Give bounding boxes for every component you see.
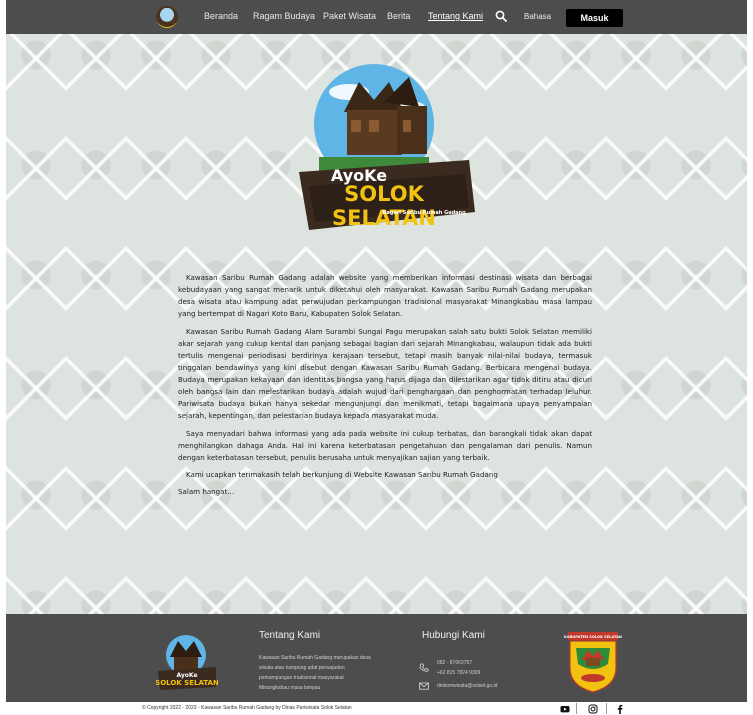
article-paragraph-3: Saya menyadari bahwa informasi yang ada …: [178, 428, 592, 462]
hero-title-line2: SOLOK SELATAN: [332, 182, 436, 230]
nav-link-paket-wisata[interactable]: Paket Wisata: [323, 11, 376, 21]
site-logo[interactable]: [156, 6, 178, 28]
footer-logo-line2: SOLOK SELATAN: [156, 679, 218, 687]
nav-link-beranda[interactable]: Beranda: [204, 11, 238, 21]
footer: AyoKe SOLOK SELATAN Tentang Kami Kawasan…: [6, 614, 747, 702]
article-paragraph-2: Kawasan Saribu Rumah Gadang Alam Surambi…: [178, 326, 592, 421]
copyright-text: © Copyright 2022 - 2023 - Kawasan Saribu…: [142, 705, 352, 711]
crest-title: KABUPATEN SOLOK SELATAN: [564, 635, 622, 639]
footer-logo[interactable]: AyoKe SOLOK SELATAN: [156, 633, 218, 691]
footer-phone-row: 082 - 87663757 +62 815 7824 9309: [419, 658, 480, 678]
nav-language-dropdown[interactable]: Bahasa: [524, 12, 551, 21]
nav-link-ragam-budaya[interactable]: Ragam Budaya: [253, 11, 315, 21]
article-closing: Salam hangat...: [178, 487, 235, 497]
bottom-bar: © Copyright 2022 - 2023 - Kawasan Saribu…: [6, 702, 747, 715]
phone-icon: [419, 663, 429, 673]
footer-logo-line1: AyoKe: [176, 672, 197, 679]
footer-email[interactable]: dinkomwisata@solsel.go.id: [437, 683, 497, 689]
footer-email-row: dinkomwisata@solsel.go.id: [419, 681, 497, 691]
article-paragraph-4: Kami ucapkan terimakasih telah berkunjun…: [186, 469, 498, 479]
footer-about-text: Kawasan Saribu Rumah Gadang merupakan de…: [259, 655, 371, 691]
hero-logo: AyoKe SOLOK SELATAN Nagari Saribu Rumah …: [289, 62, 479, 232]
hero-tagline: Nagari Saribu Rumah Gadang: [382, 210, 466, 216]
mail-icon: [419, 681, 429, 691]
instagram-icon[interactable]: [588, 704, 598, 714]
footer-about-heading: Tentang Kami: [259, 630, 321, 641]
footer-phone-1[interactable]: 082 - 87663757: [437, 658, 480, 668]
nav-link-tentang-kami[interactable]: Tentang Kami: [428, 11, 483, 21]
social-divider: [576, 703, 577, 714]
top-navbar: Beranda Ragam Budaya Paket Wisata Berita…: [6, 0, 747, 34]
article-paragraph-1: Kawasan Saribu Rumah Gadang adalah websi…: [178, 273, 592, 319]
login-button[interactable]: Masuk: [566, 9, 623, 27]
search-icon[interactable]: [495, 10, 507, 22]
facebook-icon[interactable]: [615, 704, 625, 714]
social-divider: [606, 703, 607, 714]
solok-selatan-crest: KABUPATEN SOLOK SELATAN: [564, 630, 622, 694]
nav-link-berita[interactable]: Berita: [387, 11, 411, 21]
footer-contact-heading: Hubungi Kami: [422, 630, 485, 641]
youtube-icon[interactable]: [560, 704, 570, 714]
about-article: Kawasan Saribu Rumah Gadang adalah websi…: [178, 272, 592, 504]
page: Beranda Ragam Budaya Paket Wisata Berita…: [6, 0, 747, 715]
footer-phone-2[interactable]: +62 815 7824 9309: [437, 668, 480, 678]
